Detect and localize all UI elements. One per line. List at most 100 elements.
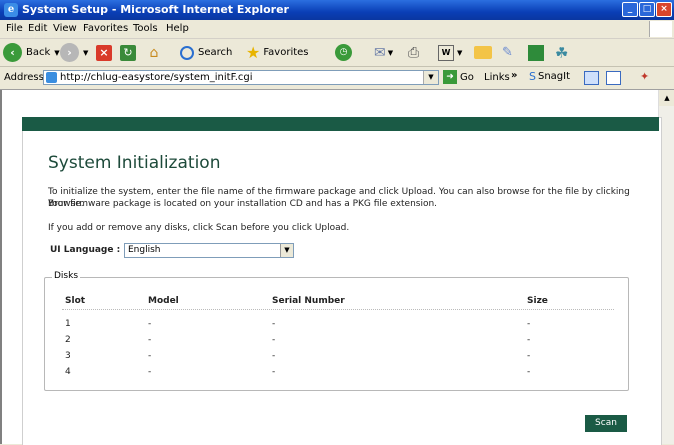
maximize-button[interactable]: □	[639, 2, 655, 17]
forward-arrow-icon: ›	[60, 43, 79, 62]
window-title: System Setup - Microsoft Internet Explor…	[22, 3, 289, 16]
messenger-button[interactable]	[528, 42, 544, 63]
table-row-model: -	[148, 367, 152, 377]
table-row-model: -	[148, 335, 152, 345]
toolbar: ‹ Back ▼ › ▼ × ↻ ⌂ Search ★ Favorites ◷ …	[0, 39, 674, 67]
header-divider	[62, 309, 614, 310]
table-row-serial: -	[272, 367, 276, 377]
messenger-icon	[528, 44, 544, 61]
history-button[interactable]: ◷	[335, 42, 352, 63]
chevron-down-icon[interactable]: ▼	[423, 71, 438, 84]
print-icon: ⎙	[408, 44, 420, 61]
chevron-down-icon[interactable]: ▼	[280, 244, 293, 257]
home-button[interactable]: ⌂	[145, 42, 163, 63]
menu-help[interactable]: Help	[166, 23, 189, 34]
scan-instructions: If you add or remove any disks, click Sc…	[48, 223, 350, 233]
menu-favorites[interactable]: Favorites	[83, 23, 128, 34]
back-arrow-icon: ‹	[3, 43, 22, 62]
snagit-button[interactable]: S SnagIt	[529, 70, 570, 83]
star-icon: ★	[246, 43, 261, 62]
disks-legend: Disks	[52, 271, 81, 281]
back-label: Back	[26, 47, 51, 58]
column-header-size: Size	[527, 296, 548, 306]
print-button[interactable]: ⎙	[408, 42, 419, 63]
ui-language-label: UI Language :	[50, 245, 121, 255]
address-input[interactable]: http://chlug-easystore/system_initF.cgi …	[43, 70, 439, 85]
edit-button[interactable]: ✎	[502, 42, 513, 63]
ie-icon: e	[4, 3, 18, 17]
address-label: Address	[4, 72, 44, 83]
address-bar: Address http://chlug-easystore/system_in…	[0, 67, 674, 90]
minimize-button[interactable]: _	[622, 2, 638, 17]
region-capture-icon[interactable]	[606, 71, 621, 85]
search-label: Search	[198, 47, 233, 58]
go-label: Go	[460, 71, 474, 83]
menu-file[interactable]: File	[6, 23, 23, 34]
word-icon: W	[438, 44, 454, 61]
stop-button[interactable]: ×	[96, 42, 112, 63]
ui-language-select[interactable]: English ▼	[124, 243, 294, 258]
links-label[interactable]: Links	[484, 72, 510, 83]
back-button[interactable]: ‹ Back ▼	[3, 42, 60, 63]
table-row-slot: 3	[65, 351, 71, 361]
page-title: System Initialization	[48, 153, 221, 173]
refresh-button[interactable]: ↻	[120, 42, 136, 63]
table-row-slot: 4	[65, 367, 71, 377]
table-row-serial: -	[272, 351, 276, 361]
table-row-size: -	[527, 319, 531, 329]
folder-icon	[474, 46, 492, 59]
disks-fieldset	[44, 277, 629, 391]
table-row-size: -	[527, 335, 531, 345]
mail-button[interactable]: ✉ ▼	[374, 42, 393, 63]
go-arrow-icon: ➜	[443, 70, 457, 84]
extra-icon[interactable]: ✦	[640, 70, 649, 83]
chevron-right-icon[interactable]: »	[511, 70, 517, 81]
go-button[interactable]: ➜ Go	[443, 70, 474, 84]
history-icon: ◷	[335, 44, 352, 61]
table-row-model: -	[148, 319, 152, 329]
table-row-size: -	[527, 367, 531, 377]
table-row-model: -	[148, 351, 152, 361]
ui-language-value: English	[128, 245, 161, 255]
column-header-slot: Slot	[65, 296, 86, 306]
menu-edit[interactable]: Edit	[28, 23, 47, 34]
table-row-slot: 1	[65, 319, 71, 329]
snagit-label: SnagIt	[537, 71, 571, 82]
people-icon: ☘	[555, 43, 569, 62]
edit-icon: ✎	[502, 45, 513, 60]
extra-tool-button[interactable]: ☘	[555, 42, 568, 63]
windows-logo-icon	[649, 21, 672, 37]
scroll-up-icon[interactable]: ▲	[659, 90, 674, 106]
close-button[interactable]: ×	[656, 2, 672, 17]
chevron-down-icon: ▼	[457, 48, 463, 57]
column-header-model: Model	[148, 296, 179, 306]
header-bar	[22, 117, 659, 131]
chevron-down-icon: ▼	[387, 48, 394, 57]
menu-view[interactable]: View	[53, 23, 77, 34]
favorites-label: Favorites	[263, 47, 309, 58]
stop-icon: ×	[96, 44, 112, 61]
table-row-slot: 2	[65, 335, 71, 345]
address-url: http://chlug-easystore/system_initF.cgi	[60, 72, 253, 83]
table-row-size: -	[527, 351, 531, 361]
scan-button[interactable]: Scan	[585, 415, 627, 432]
window-titlebar: e System Setup - Microsoft Internet Expl…	[0, 0, 674, 20]
column-header-serial: Serial Number	[272, 296, 345, 306]
chevron-down-icon: ▼	[83, 48, 89, 57]
menu-tools[interactable]: Tools	[133, 23, 158, 34]
word-button[interactable]: W ▼	[438, 42, 462, 63]
search-icon	[180, 45, 194, 60]
mail-icon: ✉	[374, 44, 386, 61]
favorites-button[interactable]: ★ Favorites	[246, 42, 309, 63]
search-button[interactable]: Search	[180, 42, 232, 63]
table-row-serial: -	[272, 319, 276, 329]
window-capture-icon[interactable]	[584, 71, 599, 85]
instructions-line-2: Your firmware package is located on your…	[48, 199, 438, 209]
table-row-serial: -	[272, 335, 276, 345]
chevron-down-icon: ▼	[54, 48, 60, 57]
folder-button[interactable]	[474, 42, 492, 63]
page-icon	[46, 72, 57, 83]
snagit-icon: S	[529, 70, 536, 83]
refresh-icon: ↻	[120, 44, 136, 61]
forward-button[interactable]: › ▼	[60, 42, 88, 63]
